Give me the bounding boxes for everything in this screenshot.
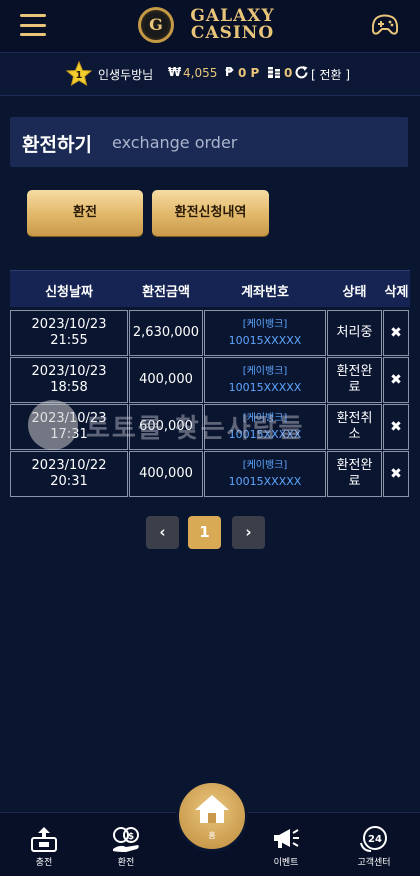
page-1-button[interactable]: 1 <box>188 516 221 549</box>
svg-text:$: $ <box>128 832 134 842</box>
galaxy-casino-logo[interactable]: G GALAXY CASINO <box>138 6 288 46</box>
coin-stack-icon <box>268 67 280 78</box>
row-bank: [케이뱅크] <box>242 366 288 377</box>
logo-text-line2: CASINO <box>190 23 275 43</box>
row-account: 10015XXXXX <box>228 334 302 347</box>
nav-event-label: 이벤트 <box>273 858 299 868</box>
megaphone-icon <box>274 829 299 848</box>
delete-icon[interactable]: ✖ <box>390 325 402 341</box>
hamburger-menu-icon[interactable] <box>20 14 46 36</box>
refresh-icon[interactable] <box>294 65 309 80</box>
row-bank: [케이뱅크] <box>242 460 288 471</box>
row-bank: [케이뱅크] <box>242 319 288 330</box>
nav-event[interactable]: 이벤트 <box>256 825 316 868</box>
home-icon <box>195 795 229 823</box>
won-symbol: ₩ <box>168 65 182 79</box>
row-account: 10015XXXXX <box>228 475 302 488</box>
top-header: G GALAXY CASINO <box>0 0 420 53</box>
row-amount: 600,000 <box>139 419 193 434</box>
row-status-cont: 료 <box>348 380 361 395</box>
row-date: 2023/10/23 <box>31 317 107 332</box>
table-row: 2023/10/22 20:31 400,000 [케이뱅크] 10015XXX… <box>10 451 410 497</box>
deposit-icon <box>31 827 57 852</box>
exchange-button[interactable]: 환전 <box>27 190 143 236</box>
page-subtitle: exchange order <box>112 133 238 152</box>
username: 인생두방님 <box>98 68 154 82</box>
row-status: 환전취 <box>336 411 373 426</box>
nav-home-button[interactable]: 홈 <box>176 780 248 852</box>
nav-deposit[interactable]: 충전 <box>14 825 74 868</box>
delete-icon[interactable]: ✖ <box>390 372 402 388</box>
row-time: 18:58 <box>50 380 88 395</box>
convert-button[interactable]: [ 전환 ] <box>311 66 350 83</box>
header-delete: 삭제 <box>384 285 409 300</box>
coins-hand-icon: $ <box>113 827 139 852</box>
cash-balance: 4,055 <box>183 66 218 80</box>
nav-support[interactable]: 24 고객센터 <box>344 825 404 868</box>
row-time: 20:31 <box>50 474 88 489</box>
row-account: 10015XXXXX <box>228 428 302 441</box>
level-number: 1 <box>76 70 83 81</box>
user-info-bar: 1 인생두방님 ₩ 4,055 ₱ 0 P 0 [ 전환 ] <box>0 53 420 96</box>
delete-icon[interactable]: ✖ <box>390 466 402 482</box>
nav-support-label: 고객센터 <box>357 858 391 868</box>
row-bank: [케이뱅크] <box>242 413 288 424</box>
row-status: 환전완 <box>336 458 373 473</box>
nav-exchange-label: 환전 <box>117 858 135 868</box>
row-status-cont: 소 <box>348 427 361 442</box>
24h-support-icon: 24 <box>360 826 387 852</box>
row-time: 17:31 <box>50 427 88 442</box>
header-amount: 환전금액 <box>142 285 190 300</box>
row-amount: 400,000 <box>139 466 193 481</box>
table-row: 2023/10/23 18:58 400,000 [케이뱅크] 10015XXX… <box>10 357 410 403</box>
row-account: 10015XXXXX <box>228 381 302 394</box>
page-title: 환전하기 <box>22 134 92 156</box>
nav-deposit-label: 충전 <box>35 858 53 868</box>
row-amount: 2,630,000 <box>132 325 200 340</box>
gamepad-icon[interactable] <box>372 14 398 36</box>
support-badge: 24 <box>368 834 382 845</box>
coin-balance: 0 <box>284 66 293 80</box>
delete-icon[interactable]: ✖ <box>390 419 402 435</box>
header-date: 신청날짜 <box>45 285 93 300</box>
table-header: 신청날짜 환전금액 계좌번호 상태 삭제 <box>10 270 410 307</box>
row-status: 환전완 <box>336 364 373 379</box>
row-status-cont: 료 <box>348 474 361 489</box>
row-date: 2023/10/22 <box>31 458 107 473</box>
table-row: 2023/10/23 17:31 600,000 [케이뱅크] 10015XXX… <box>10 404 410 450</box>
logo-emblem: G <box>138 7 174 43</box>
row-date: 2023/10/23 <box>31 364 107 379</box>
header-account: 계좌번호 <box>241 285 289 300</box>
row-date: 2023/10/23 <box>31 411 107 426</box>
point-balance: 0 P <box>238 66 260 80</box>
row-status: 처리중 <box>336 325 373 340</box>
nav-home-label: 홈 <box>208 831 216 840</box>
row-amount: 400,000 <box>139 372 193 387</box>
prev-page-button[interactable]: ‹ <box>146 516 179 549</box>
table-row: 2023/10/23 21:55 2,630,000 [케이뱅크] 10015X… <box>10 310 410 356</box>
point-symbol: ₱ <box>225 65 234 79</box>
exchange-history-button[interactable]: 환전신청내역 <box>152 190 269 236</box>
page-title-bar: 환전하기 exchange order <box>10 117 408 167</box>
row-time: 21:55 <box>50 333 88 348</box>
header-status: 상태 <box>342 285 367 300</box>
level-star-icon: 1 <box>66 61 92 87</box>
nav-exchange[interactable]: $ 환전 <box>96 825 156 868</box>
next-page-button[interactable]: › <box>232 516 265 549</box>
